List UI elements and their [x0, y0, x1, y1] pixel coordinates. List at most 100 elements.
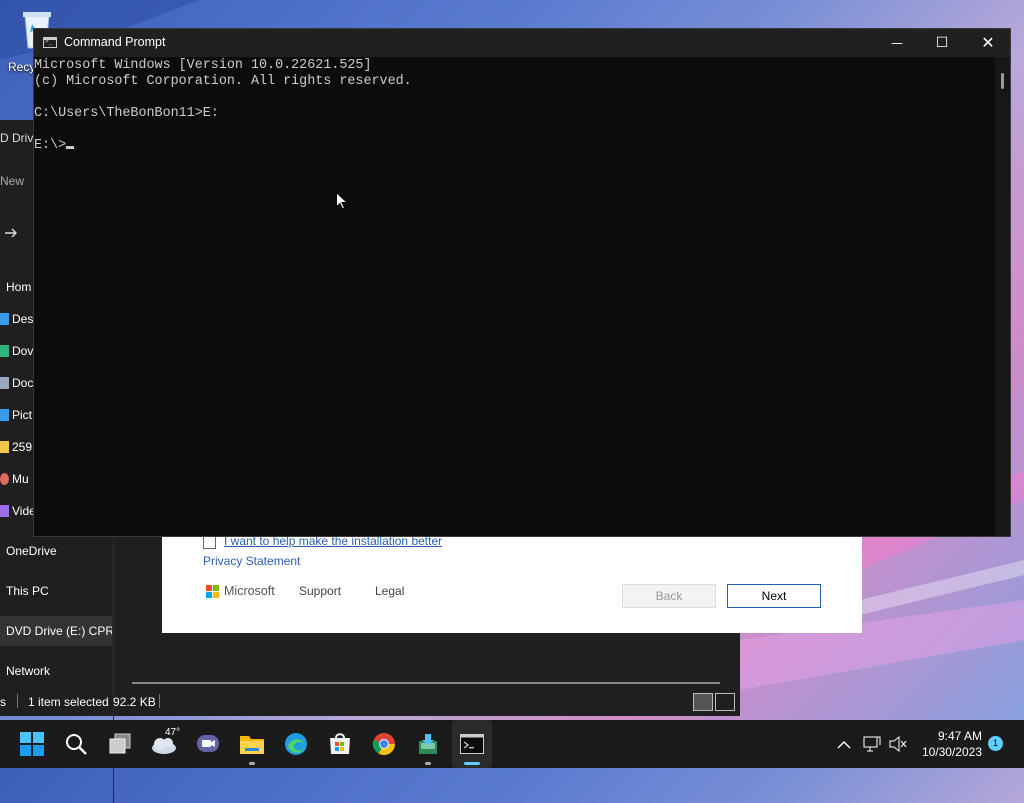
active-indicator	[464, 762, 480, 765]
sidebar-item-label: Des	[12, 312, 34, 326]
explorer-horizontal-scrollbar[interactable]	[132, 682, 720, 684]
search-button[interactable]	[56, 720, 96, 768]
sidebar-item-home[interactable]: Hom	[6, 280, 31, 294]
sidebar-item-label: OneDrive	[6, 544, 57, 558]
sidebar-item-label: Dov	[12, 344, 34, 358]
sidebar-item-music[interactable]: Mu	[0, 472, 29, 486]
clock-date: 10/30/2023	[921, 745, 982, 759]
show-hidden-icons-button[interactable]	[834, 732, 854, 756]
close-button[interactable]: ✕	[965, 29, 1011, 57]
scrollbar-thumb[interactable]	[1001, 73, 1004, 89]
support-link[interactable]: Support	[299, 584, 341, 598]
running-indicator	[249, 762, 255, 765]
file-explorer-taskbar-button[interactable]	[232, 720, 272, 768]
folder-icon	[240, 736, 264, 754]
notification-badge[interactable]: 1	[988, 736, 1003, 751]
chevron-up-icon	[837, 741, 851, 749]
back-button[interactable]: Back	[622, 584, 716, 608]
microsoft-store-icon	[330, 733, 350, 754]
setup-installer-icon	[419, 734, 437, 754]
details-view-button[interactable]	[693, 693, 713, 711]
sidebar-item-downloads[interactable]: Dov	[0, 344, 33, 358]
chrome-browser-icon	[372, 733, 395, 755]
sidebar-item-videos[interactable]: Vide	[0, 504, 36, 518]
next-button[interactable]: Next	[727, 584, 821, 608]
videos-icon	[0, 505, 9, 517]
sidebar-item-desktop[interactable]: Des	[0, 312, 33, 326]
console-output[interactable]: Microsoft Windows [Version 10.0.22621.52…	[34, 57, 995, 536]
volume-status-button[interactable]	[886, 732, 910, 756]
legal-link[interactable]: Legal	[375, 584, 404, 598]
edge-button[interactable]	[276, 720, 316, 768]
sidebar-item-label: Mu	[12, 472, 29, 486]
task-view-icon	[109, 733, 131, 754]
sidebar-item-label: This PC	[6, 584, 49, 598]
downloads-icon	[0, 345, 9, 357]
microsoft-logo-icon	[206, 585, 220, 599]
search-icon	[66, 734, 87, 755]
task-view-button[interactable]	[100, 720, 140, 768]
sidebar-item-onedrive[interactable]: OneDrive	[6, 544, 57, 558]
sidebar-item-documents[interactable]: Doc	[0, 376, 33, 390]
store-button[interactable]	[320, 720, 360, 768]
sidebar-item-pictures[interactable]: Pict	[0, 408, 32, 422]
status-items-count: s	[0, 695, 6, 709]
explorer-status-bar: s 1 item selected 92.2 KB	[0, 688, 740, 716]
console-icon	[43, 37, 57, 48]
window-title: Command Prompt	[64, 35, 166, 49]
running-indicator	[425, 762, 431, 765]
tiles-view-button[interactable]	[715, 693, 735, 711]
cmd-title-bar[interactable]: Command Prompt — ☐ ✕	[34, 29, 1010, 57]
privacy-statement-link[interactable]: Privacy Statement	[203, 554, 300, 568]
sidebar-item-label: Network	[6, 664, 51, 678]
minimize-button[interactable]: —	[874, 29, 920, 57]
console-prompt-line: E:\>	[34, 138, 995, 154]
sidebar-item-this-pc[interactable]: This PC	[6, 584, 49, 598]
edge-browser-icon	[285, 733, 307, 755]
pictures-icon	[0, 409, 9, 421]
terminal-icon	[460, 734, 484, 754]
start-button[interactable]	[12, 720, 52, 768]
network-status-button[interactable]	[860, 732, 884, 756]
sidebar-item-network[interactable]: Network	[6, 664, 50, 678]
installer-taskbar-button[interactable]	[408, 720, 448, 768]
maximize-button[interactable]: ☐	[919, 29, 965, 57]
help-improve-checkbox[interactable]	[203, 536, 216, 549]
command-prompt-taskbar-button[interactable]	[452, 720, 492, 768]
sidebar-item-label: DVD Drive (E:) CPRA	[6, 624, 112, 638]
status-size: 92.2 KB	[113, 695, 156, 709]
status-selected: 1 item selected	[28, 695, 109, 709]
sidebar-item-label: 259	[12, 440, 33, 454]
setup-dialog: I want to help make the installation bet…	[162, 534, 862, 633]
console-prompt: E:\>	[34, 138, 67, 153]
chat-icon	[197, 735, 219, 752]
chrome-button[interactable]	[364, 720, 404, 768]
desktop-folder-icon	[0, 313, 9, 325]
status-divider	[17, 694, 18, 708]
clock-time: 9:47 AM	[937, 729, 982, 743]
sidebar-item-label: Pict	[12, 408, 33, 422]
weather-temperature: 47°	[165, 727, 181, 738]
documents-icon	[0, 377, 9, 389]
status-divider	[159, 694, 160, 708]
console-line: (c) Microsoft Corporation. All rights re…	[34, 74, 412, 89]
mouse-pointer-icon	[336, 192, 348, 210]
forward-arrow-icon[interactable]	[4, 227, 18, 239]
sidebar-item-dvd-drive[interactable]: DVD Drive (E:) CPRA	[0, 616, 112, 646]
cmd-vertical-scrollbar[interactable]	[995, 57, 1010, 536]
console-line: Microsoft Windows [Version 10.0.22621.52…	[34, 58, 372, 73]
music-icon	[0, 473, 9, 485]
text-cursor	[66, 146, 75, 149]
folder-icon	[0, 441, 9, 453]
windows-logo-icon	[20, 732, 44, 756]
command-prompt-window[interactable]: Command Prompt — ☐ ✕ Microsoft Windows […	[33, 28, 1011, 537]
weather-widget[interactable]: 47°	[144, 720, 184, 768]
explorer-new-button[interactable]: New	[0, 174, 24, 188]
recycle-bin-label: Recy	[8, 60, 36, 74]
sidebar-item-folder[interactable]: 259	[0, 440, 32, 454]
speaker-muted-icon	[889, 736, 907, 752]
network-ethernet-icon	[863, 736, 881, 752]
teams-chat-button[interactable]	[188, 720, 228, 768]
